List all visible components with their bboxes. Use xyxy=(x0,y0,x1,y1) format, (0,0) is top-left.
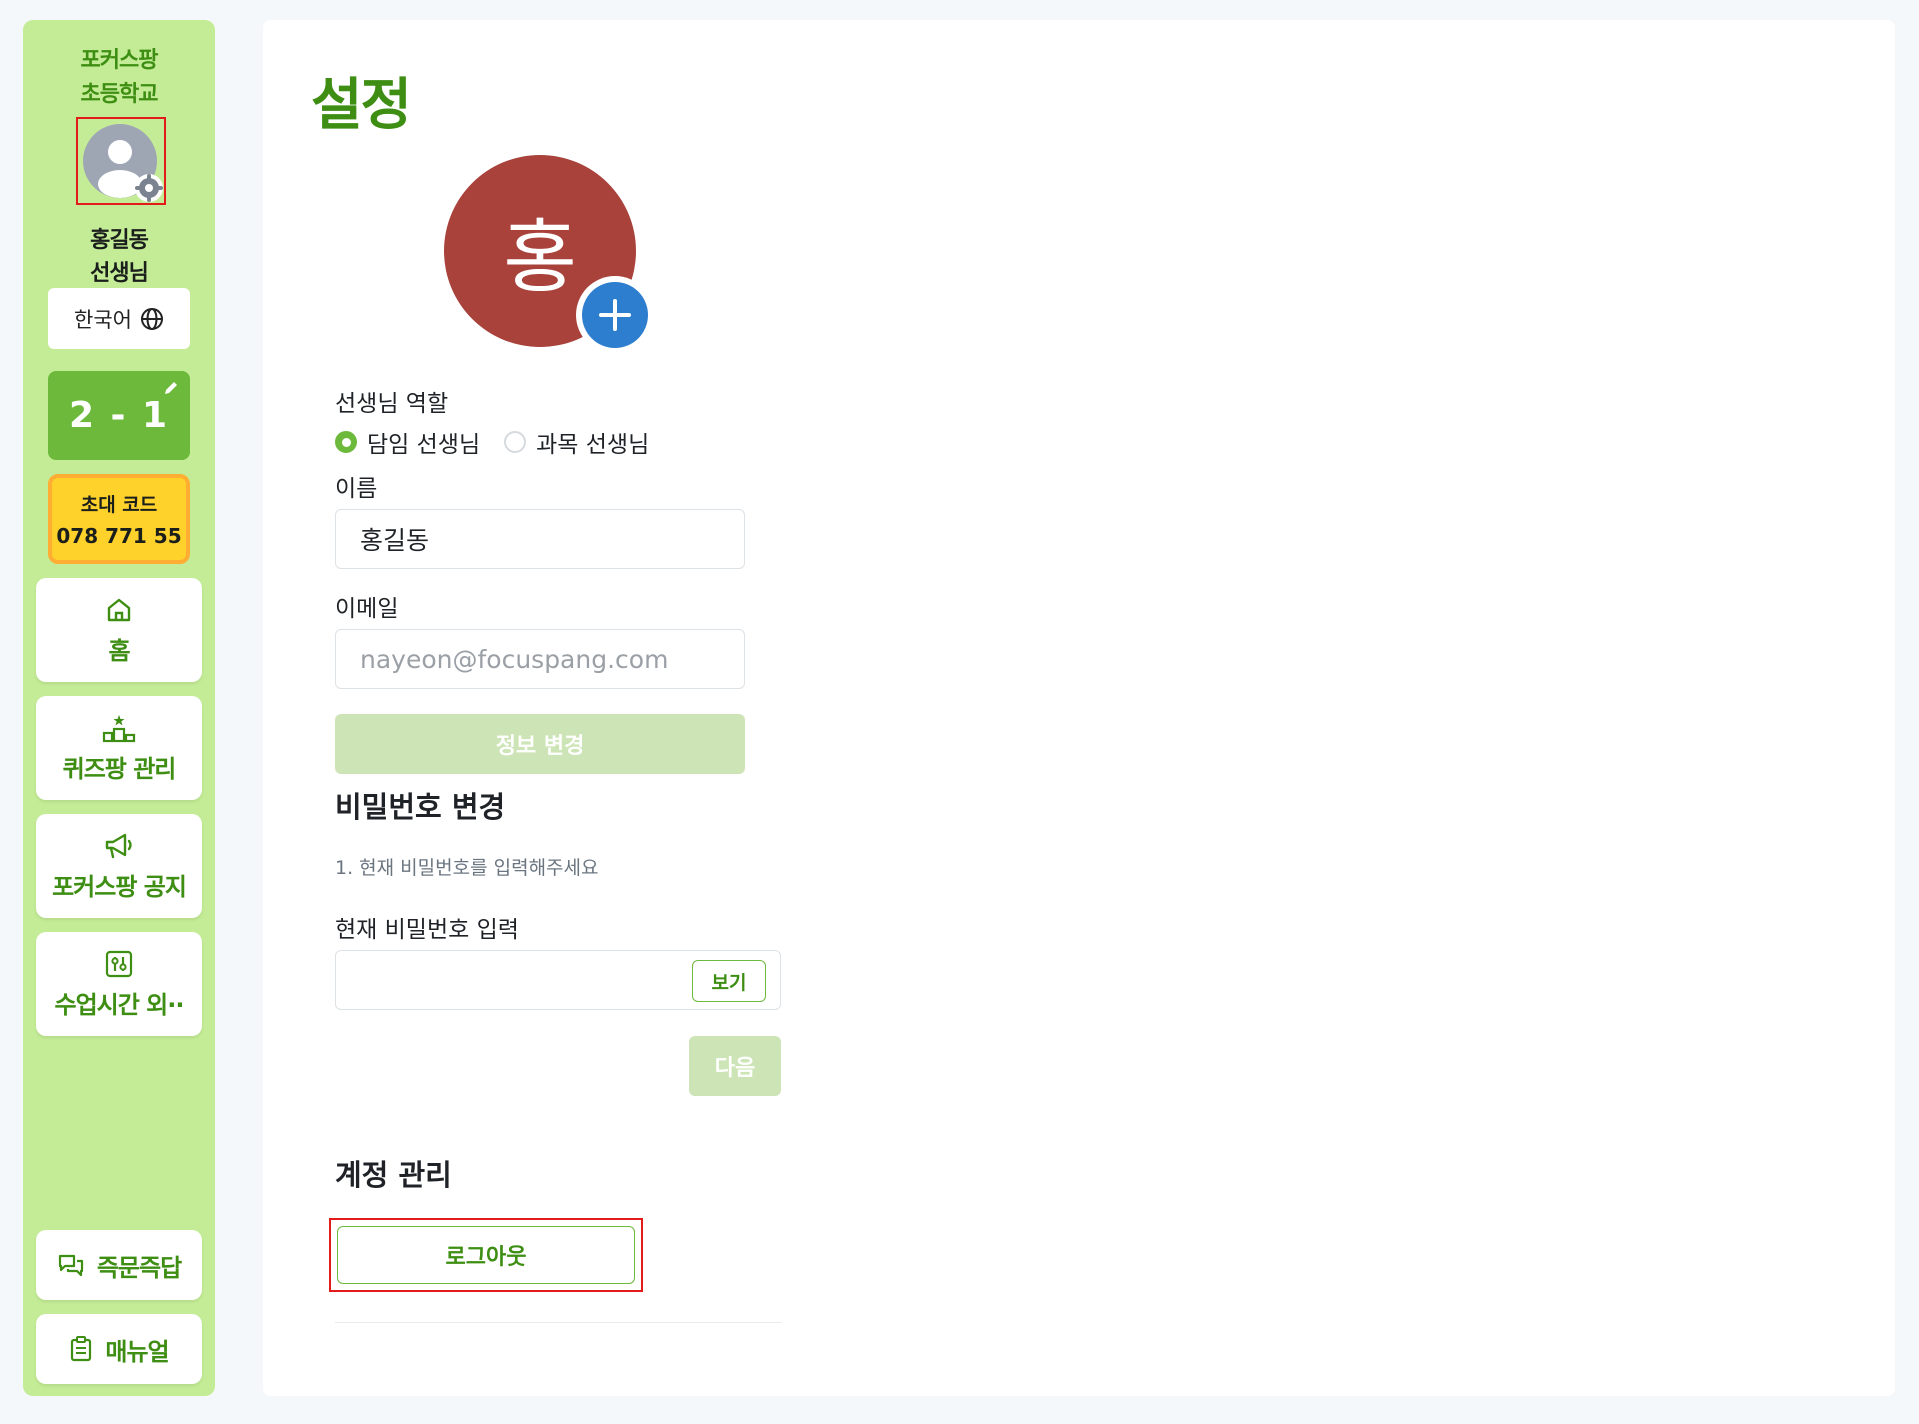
name-input-value: 홍길동 xyxy=(360,526,430,555)
invite-code-label: 초대 코드 xyxy=(80,494,158,516)
clipboard-icon xyxy=(71,1336,92,1362)
nav-item-qna[interactable]: 즉문즉답 xyxy=(36,1230,202,1300)
pencil-icon[interactable] xyxy=(162,379,180,397)
profile-initial: 홍 xyxy=(503,211,577,304)
name-label: 이름 xyxy=(335,476,378,502)
class-name: 2 - 1 xyxy=(68,395,170,436)
update-info-button[interactable]: 정보 변경 xyxy=(335,714,745,774)
add-profile-image-button[interactable] xyxy=(576,276,654,354)
email-input-placeholder: nayeon@focuspang.com xyxy=(360,644,669,674)
sidebar: 포커스팡 초등학교 홍길동 선생님 한국어 2 - 1 초대 코드 078 77… xyxy=(23,20,215,1396)
email-label: 이메일 xyxy=(335,596,399,622)
password-hint: 1. 현재 비밀번호를 입력해주세요 xyxy=(335,857,599,879)
role-label: 선생님 역할 xyxy=(335,391,449,417)
name-input[interactable]: 홍길동 xyxy=(335,509,745,569)
current-password-input[interactable]: 보기 xyxy=(335,950,781,1010)
settings-panel: 설정 홍 선생님 역할 담임 선생님 과목 선생님 이름 홍길동 이메일 nay… xyxy=(263,20,1895,1396)
current-password-label: 현재 비밀번호 입력 xyxy=(335,917,519,943)
nav-item-manual[interactable]: 매뉴얼 xyxy=(36,1314,202,1384)
sliders-icon xyxy=(105,950,133,977)
class-card[interactable]: 2 - 1 xyxy=(48,371,190,460)
email-input[interactable]: nayeon@focuspang.com xyxy=(335,629,745,689)
language-selector[interactable]: 한국어 xyxy=(48,288,190,349)
password-section-title: 비밀번호 변경 xyxy=(335,790,506,824)
role-option-subject[interactable]: 과목 선생님 xyxy=(504,425,649,459)
nav-item-label: 퀴즈팡 관리 xyxy=(62,754,177,783)
gear-icon xyxy=(135,174,163,202)
school-name: 포커스팡 초등학교 xyxy=(80,48,159,107)
nav-item-notice[interactable]: 포커스팡 공지 xyxy=(36,814,202,918)
next-button[interactable]: 다음 xyxy=(689,1036,781,1096)
megaphone-icon xyxy=(105,833,132,858)
invite-code-card: 초대 코드 078 771 55 xyxy=(48,474,190,564)
nav-item-label: 매뉴얼 xyxy=(105,1337,169,1366)
nav-item-label: 포커스팡 공지 xyxy=(52,872,187,901)
teacher-name: 홍길동 선생님 xyxy=(90,228,149,286)
logout-button[interactable]: 로그아웃 xyxy=(337,1226,635,1284)
invite-code-value: 078 771 55 xyxy=(56,524,182,548)
nav-item-quiz[interactable]: 퀴즈팡 관리 xyxy=(36,696,202,800)
home-icon xyxy=(107,598,131,621)
nav-item-label: 즉문즉답 xyxy=(96,1253,182,1282)
logout-highlight: 로그아웃 xyxy=(329,1218,643,1292)
role-option-label: 담임 선생님 xyxy=(367,432,481,458)
divider xyxy=(335,1322,781,1323)
nav-item-home[interactable]: 홈 xyxy=(36,578,202,682)
show-password-button[interactable]: 보기 xyxy=(692,960,766,1002)
teacher-avatar-button[interactable] xyxy=(76,117,166,205)
plus-icon xyxy=(599,299,631,331)
podium-icon xyxy=(102,714,136,742)
radio-checked[interactable] xyxy=(335,431,357,453)
language-label: 한국어 xyxy=(74,307,132,332)
page-title: 설정 xyxy=(311,73,412,138)
nav-item-label: 수업시간 외·· xyxy=(54,990,185,1019)
role-option-label: 과목 선생님 xyxy=(536,432,650,458)
account-section-title: 계정 관리 xyxy=(335,1158,452,1192)
nav-item-label: 홈 xyxy=(108,636,130,665)
nav-item-schedule[interactable]: 수업시간 외·· xyxy=(36,932,202,1036)
role-radio-group: 담임 선생님 과목 선생님 xyxy=(335,425,649,459)
globe-icon xyxy=(140,307,163,330)
chat-bubbles-icon xyxy=(58,1254,83,1277)
radio-unchecked[interactable] xyxy=(504,431,527,453)
role-option-homeroom[interactable]: 담임 선생님 xyxy=(335,425,480,459)
